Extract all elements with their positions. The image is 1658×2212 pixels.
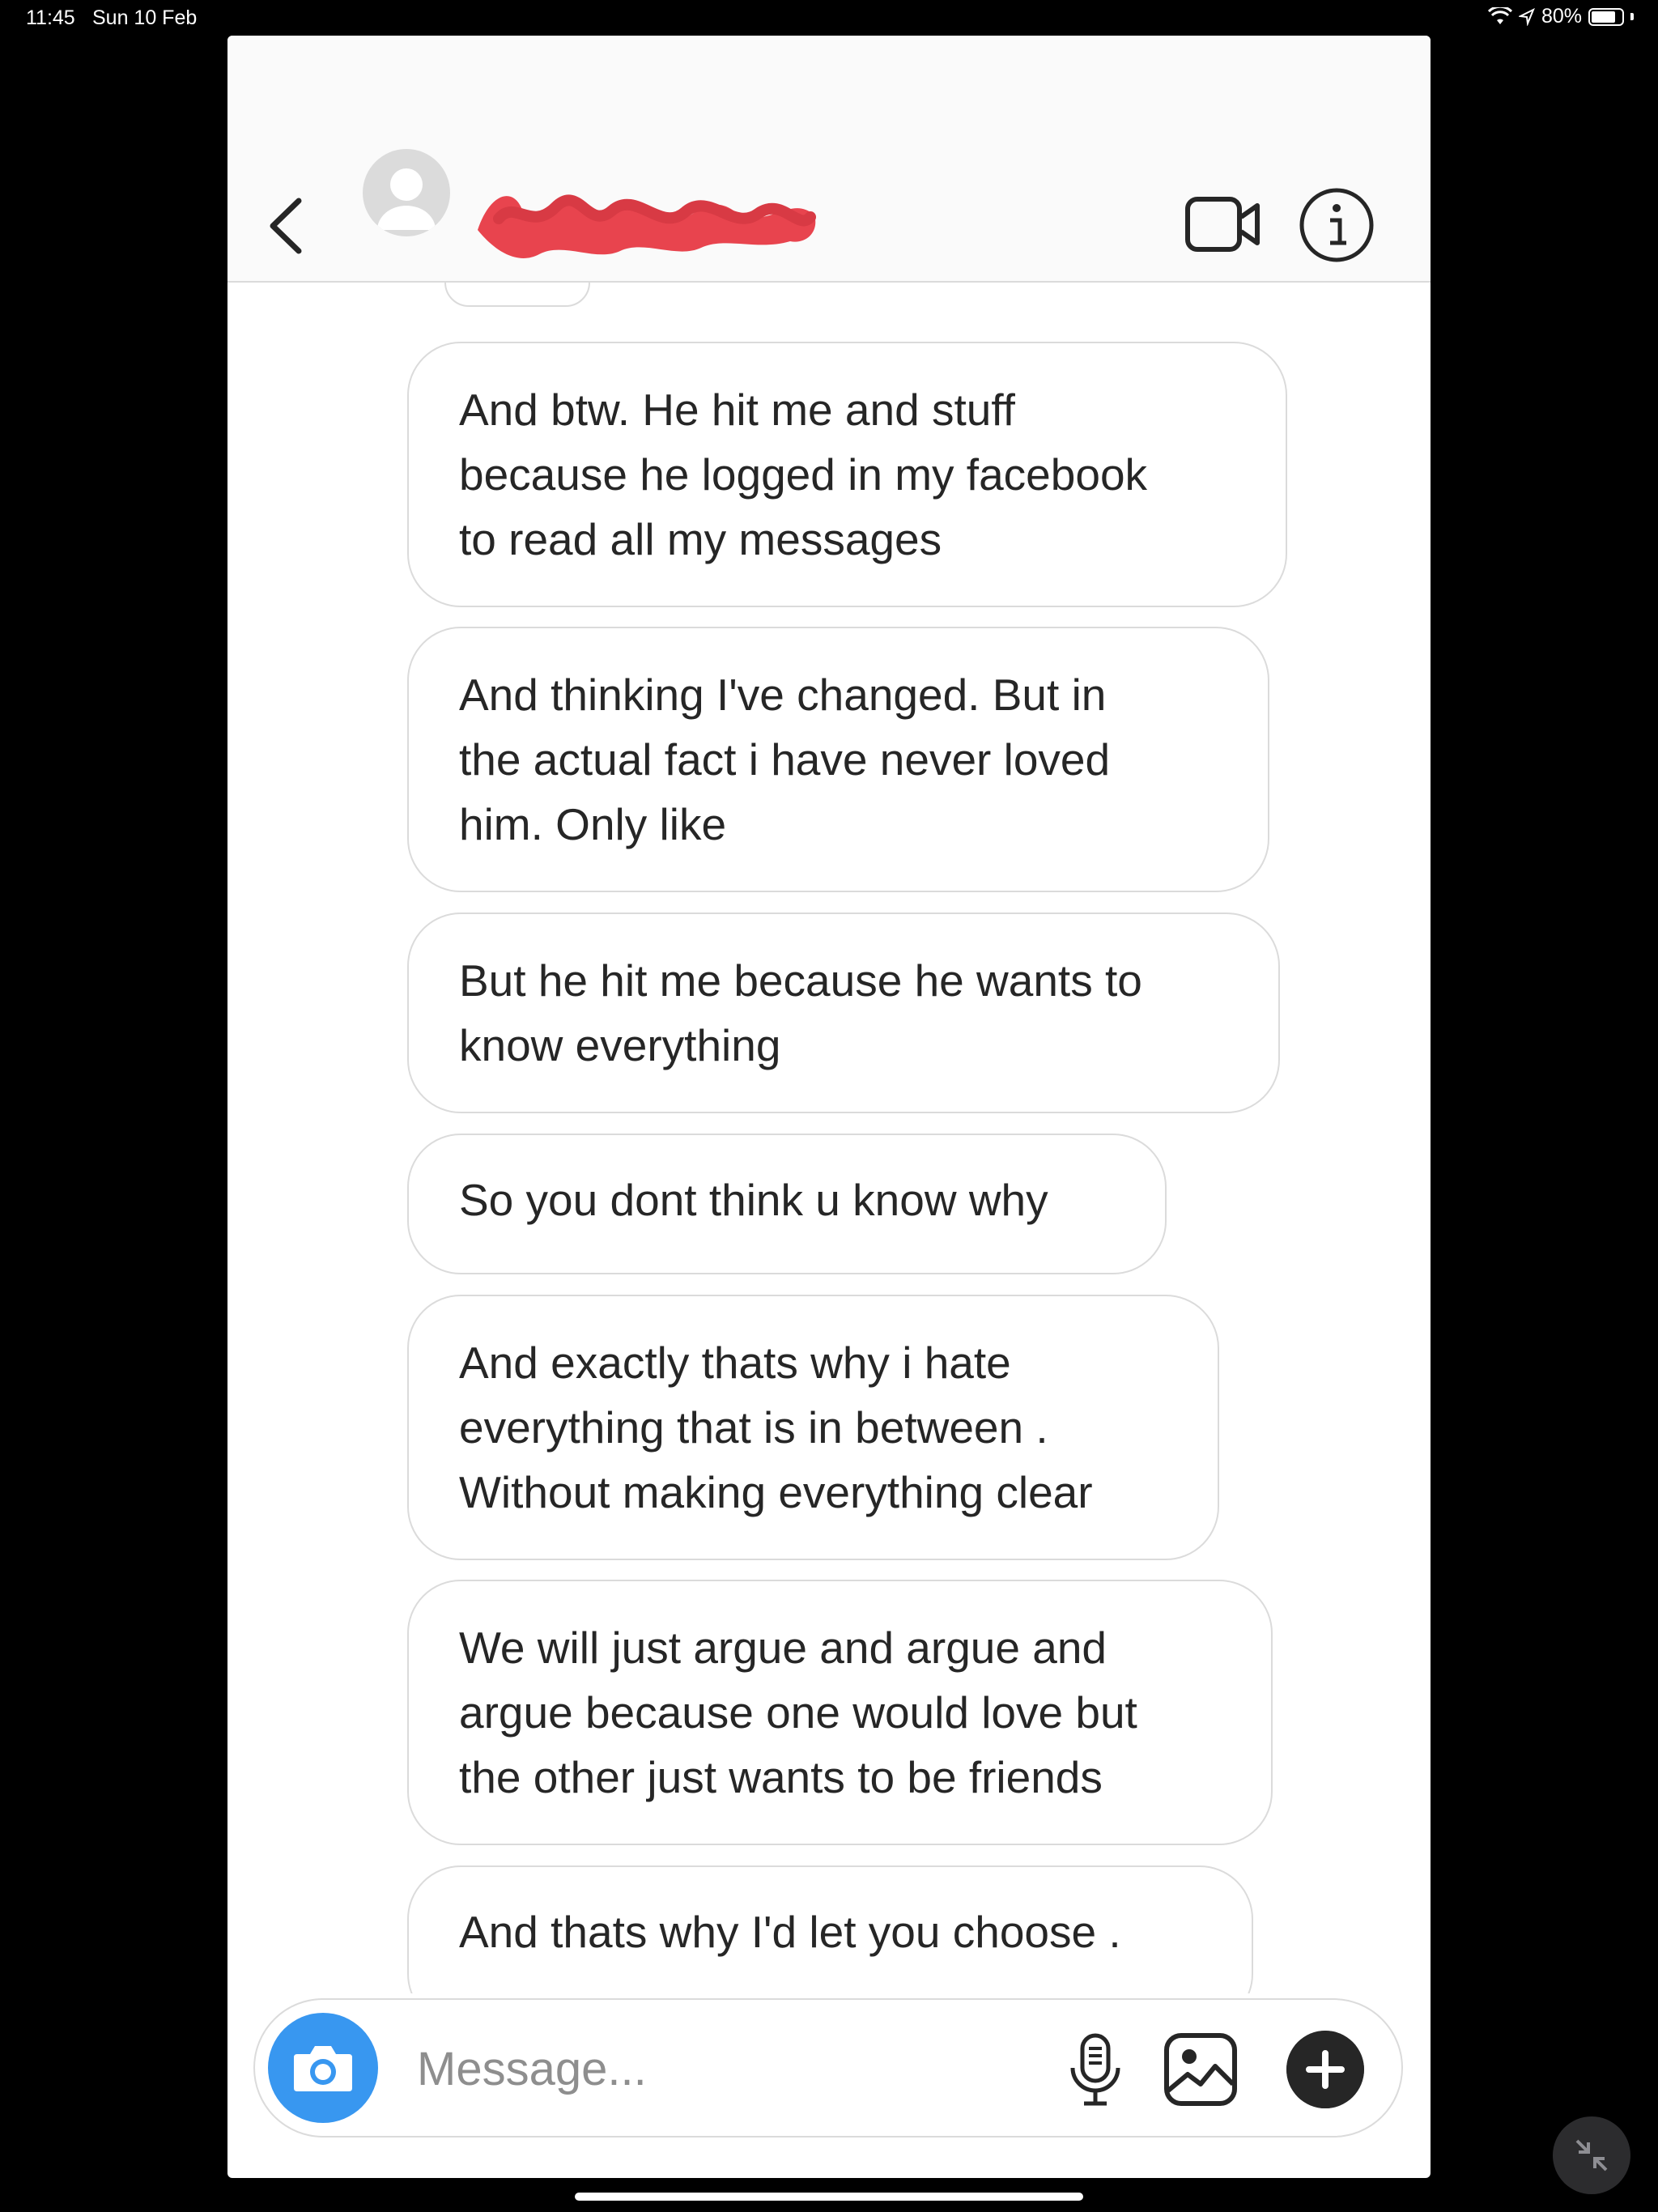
status-time: 11:45 <box>26 6 75 29</box>
message-line: And thinking I've changed. But in <box>459 670 1107 720</box>
microphone-icon[interactable] <box>1065 2031 1126 2108</box>
battery-percent: 80% <box>1541 5 1582 28</box>
message-line: because he logged in my facebook <box>459 449 1148 500</box>
message-line: And exactly thats why i hate <box>459 1338 1011 1388</box>
video-camera-icon[interactable] <box>1183 188 1264 261</box>
message-input[interactable] <box>417 2032 903 2105</box>
redacted-username[interactable] <box>466 167 827 262</box>
message-line: the actual fact i have never loved <box>459 734 1111 785</box>
message-line: know everything <box>459 1020 781 1070</box>
chat-window: And btw. He hit me and stuff because he … <box>227 36 1431 2178</box>
status-date: Sun 10 Feb <box>92 6 198 29</box>
battery-level <box>1592 11 1615 23</box>
message-bubble[interactable]: And exactly thats why i hate everything … <box>407 1295 1219 1560</box>
collapse-arrows-icon <box>1575 2139 1608 2172</box>
home-indicator[interactable] <box>575 2193 1083 2201</box>
image-gallery-icon[interactable] <box>1162 2031 1239 2108</box>
message-bubble[interactable]: And btw. He hit me and stuff because he … <box>407 342 1287 607</box>
message-line: him. Only like <box>459 799 727 849</box>
back-chevron-icon[interactable] <box>260 189 308 262</box>
info-icon[interactable] <box>1298 186 1375 264</box>
chat-header <box>227 36 1431 283</box>
message-line: everything that is in between . <box>459 1402 1048 1453</box>
message-line: We will just argue and argue and <box>459 1623 1107 1673</box>
location-arrow-icon <box>1518 7 1535 26</box>
message-bubble[interactable]: And thinking I've changed. But in the ac… <box>407 627 1269 892</box>
battery-nub <box>1630 13 1634 20</box>
status-bar: 11:45 Sun 10 Feb 80% <box>0 0 1658 39</box>
user-avatar-icon[interactable] <box>363 149 450 236</box>
message-line: Without making everything clear <box>459 1467 1093 1517</box>
message-composer <box>253 1998 1403 2138</box>
message-bubble[interactable]: So you dont think u know why <box>407 1134 1167 1274</box>
plus-icon[interactable] <box>1286 2031 1364 2108</box>
status-indicators: 80% <box>1487 5 1634 28</box>
camera-glyph-icon <box>294 2046 352 2091</box>
camera-icon[interactable] <box>268 2013 378 2123</box>
message-line: And btw. He hit me and stuff <box>459 385 1015 435</box>
message-bubble[interactable]: We will just argue and argue and argue b… <box>407 1580 1273 1845</box>
message-bubble-partial <box>444 283 590 307</box>
message-line: the other just wants to be friends <box>459 1752 1103 1802</box>
message-line: argue because one would love but <box>459 1687 1137 1738</box>
message-line: And thats why I'd let you choose . <box>459 1907 1121 1957</box>
message-bubble[interactable]: And thats why I'd let you choose . <box>407 1865 1253 1993</box>
battery-icon <box>1588 7 1624 26</box>
message-line: So you dont think u know why <box>459 1175 1048 1225</box>
message-list[interactable]: And btw. He hit me and stuff because he … <box>227 283 1431 1993</box>
message-line: But he hit me because he wants to <box>459 955 1142 1006</box>
message-bubble[interactable]: But he hit me because he wants to know e… <box>407 912 1280 1113</box>
wifi-icon <box>1487 6 1512 24</box>
avatar-silhouette-icon <box>377 168 436 230</box>
message-line: to read all my messages <box>459 514 942 564</box>
minimize-icon[interactable] <box>1553 2116 1630 2194</box>
